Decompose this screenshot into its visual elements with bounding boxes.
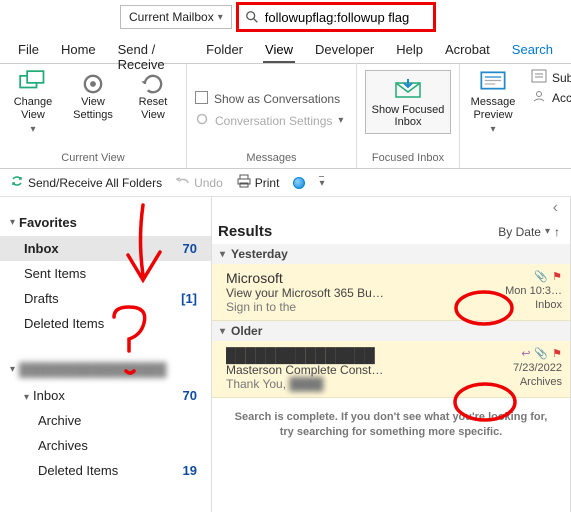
menu-acrobat[interactable]: Acrobat	[443, 40, 492, 63]
touch-mode-button[interactable]	[293, 177, 305, 189]
message-preview: Thank You, ████	[226, 377, 488, 391]
mailbox-selector[interactable]: Current Mailbox ▾	[120, 5, 232, 29]
checkbox-icon	[195, 91, 208, 107]
show-conversations-checkbox[interactable]: Show as Conversations	[195, 91, 348, 107]
nav-drafts[interactable]: Drafts[1]	[0, 286, 211, 311]
nav-deleted-items[interactable]: Deleted Items	[0, 311, 211, 336]
menu-help[interactable]: Help	[394, 40, 425, 63]
change-view-icon	[19, 70, 47, 94]
message-preview-button[interactable]: Message Preview▾	[468, 70, 518, 150]
flag-icon: ⚑	[552, 270, 562, 283]
search-input[interactable]	[265, 10, 425, 25]
arrange-subject[interactable]: Subject	[532, 70, 571, 85]
menu-folder[interactable]: Folder	[204, 40, 245, 63]
paperclip-icon: 📎	[534, 270, 548, 283]
sort-button[interactable]: By Date ▾ ↑	[498, 225, 560, 239]
group-current-view: Current View	[8, 150, 178, 166]
conversation-settings-button: Conversation Settings ▾	[195, 112, 348, 129]
message-folder: Inbox	[535, 299, 562, 311]
folder-nav: ▾ Favorites Inbox70Sent ItemsDrafts[1]De…	[0, 197, 212, 512]
print-icon	[237, 174, 251, 191]
collapse-chevron-icon[interactable]: ‹	[547, 199, 564, 217]
account-icon	[532, 90, 546, 105]
chevron-down-icon: ▾	[218, 12, 223, 23]
tree-archives[interactable]: Archives	[0, 433, 211, 458]
results-title: Results	[218, 223, 272, 240]
menu-view[interactable]: View	[263, 40, 295, 63]
group-focused: Focused Inbox	[365, 150, 451, 166]
message-preview: Sign in to the	[226, 300, 488, 314]
change-view-button[interactable]: Change View▾	[8, 70, 58, 150]
message-time: Mon 10:3…	[505, 285, 562, 297]
group-messages: Messages	[195, 150, 348, 166]
arrange-account[interactable]: Account	[532, 90, 571, 105]
send-receive-all-button[interactable]: Send/Receive All Folders	[10, 174, 162, 191]
menu-developer[interactable]: Developer	[313, 40, 376, 63]
account-header[interactable]: ▾ ████████████████	[0, 356, 211, 383]
menu-sendreceive[interactable]: Send / Receive	[116, 40, 187, 63]
print-button[interactable]: Print	[237, 174, 280, 191]
blue-circle-icon	[293, 177, 305, 189]
gear-small-icon	[195, 112, 209, 129]
mailbox-label: Current Mailbox	[129, 10, 214, 24]
message-item[interactable]: Microsoft View your Microsoft 365 Bu… Si…	[212, 264, 570, 321]
menu-file[interactable]: File	[16, 40, 41, 63]
message-folder: Archives	[520, 376, 562, 388]
search-box[interactable]	[236, 2, 436, 32]
menubar: File Home Send / Receive Folder View Dev…	[0, 34, 571, 64]
reset-view-button[interactable]: Reset View	[128, 70, 178, 150]
chevron-down-icon: ▾	[10, 217, 15, 228]
chevron-down-icon: ▾	[24, 392, 29, 403]
tree-archive[interactable]: Archive	[0, 408, 211, 433]
quick-access-toolbar: Send/Receive All Folders Undo Print ▾	[0, 169, 571, 197]
search-icon	[245, 10, 259, 24]
view-settings-button[interactable]: View Settings	[68, 70, 118, 150]
sort-arrow-icon: ↑	[554, 225, 560, 239]
nav-inbox[interactable]: Inbox70	[0, 236, 211, 261]
favorites-header[interactable]: ▾ Favorites	[0, 209, 211, 236]
message-preview-icon	[479, 70, 507, 94]
chevron-down-icon: ▾	[220, 249, 225, 260]
message-subject: View your Microsoft 365 Bu…	[226, 286, 488, 300]
message-subject: Masterson Complete Const…	[226, 363, 488, 377]
undo-button: Undo	[176, 175, 223, 190]
menu-home[interactable]: Home	[59, 40, 98, 63]
tree-deleted-items[interactable]: Deleted Items19	[0, 458, 211, 483]
chevron-down-icon: ▾	[220, 326, 225, 337]
chevron-down-icon: ▾	[319, 176, 324, 189]
results-pane: ‹ Results By Date ▾ ↑ ▾Yesterday Microso…	[212, 197, 571, 512]
tree-inbox[interactable]: ▾Inbox70	[0, 383, 211, 408]
chevron-down-icon: ▾	[10, 364, 15, 375]
flag-icon: ⚑	[552, 347, 562, 360]
reset-icon	[139, 70, 167, 94]
chevron-down-icon: ▾	[545, 226, 550, 237]
sync-icon	[10, 174, 24, 191]
subject-icon	[532, 70, 546, 85]
group-older[interactable]: ▾Older	[212, 321, 570, 341]
show-focused-inbox-button[interactable]: Show Focused Inbox	[365, 70, 451, 134]
gear-icon	[79, 70, 107, 94]
undo-icon	[176, 175, 190, 190]
menu-search[interactable]: Search	[510, 40, 555, 63]
group-yesterday[interactable]: ▾Yesterday	[212, 244, 570, 264]
search-complete-message: Search is complete. If you don't see wha…	[212, 398, 570, 453]
message-sender: ███████████████	[226, 347, 488, 363]
customize-qat-button[interactable]: ▾	[319, 176, 324, 189]
message-time: 7/23/2022	[513, 362, 562, 374]
message-item[interactable]: ███████████████ Masterson Complete Const…	[212, 341, 570, 398]
reply-icon: ↩	[521, 347, 530, 360]
message-sender: Microsoft	[226, 270, 488, 286]
focused-inbox-icon	[393, 77, 423, 102]
paperclip-icon: 📎	[534, 347, 548, 360]
ribbon: Change View▾ View Settings Reset View Cu…	[0, 64, 571, 169]
nav-sent-items[interactable]: Sent Items	[0, 261, 211, 286]
